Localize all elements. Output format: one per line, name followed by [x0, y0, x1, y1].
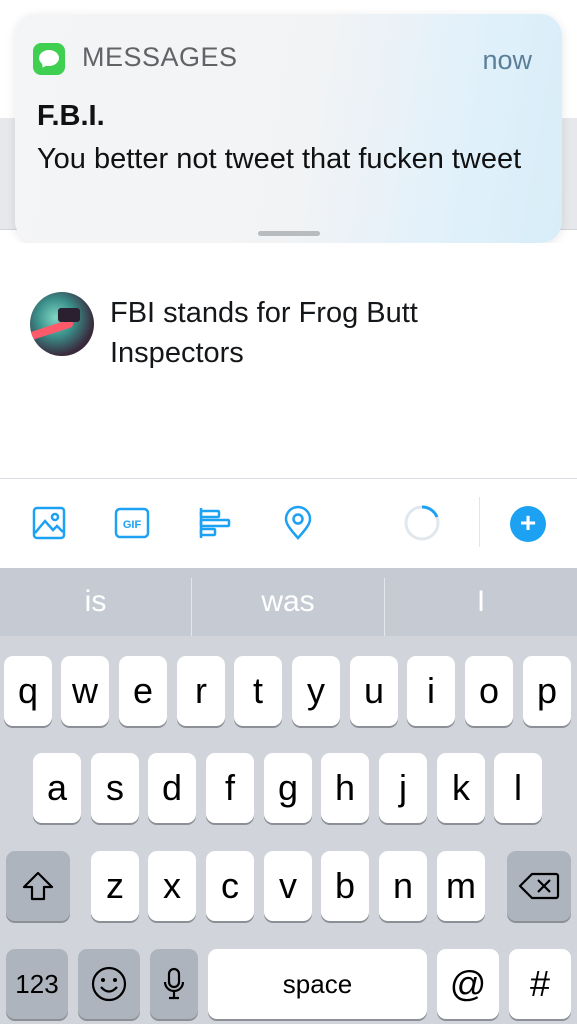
hash-key[interactable]: # — [509, 949, 571, 1019]
key-j[interactable]: j — [379, 753, 427, 823]
tweet-text-input[interactable]: FBI stands for Frog Butt Inspectors — [110, 293, 550, 373]
key-m[interactable]: m — [437, 851, 485, 921]
toolbar-separator — [479, 497, 480, 547]
notification-body: You better not tweet that fucken tweet — [37, 143, 522, 175]
key-l[interactable]: l — [494, 753, 542, 823]
key-u[interactable]: u — [350, 656, 398, 726]
key-s[interactable]: s — [91, 753, 139, 823]
key-c[interactable]: c — [206, 851, 254, 921]
key-t[interactable]: t — [234, 656, 282, 726]
key-p[interactable]: p — [523, 656, 571, 726]
key-a[interactable]: a — [33, 753, 81, 823]
notification-grabber[interactable] — [258, 231, 320, 236]
key-b[interactable]: b — [321, 851, 369, 921]
delete-key[interactable] — [507, 851, 571, 921]
key-z[interactable]: z — [91, 851, 139, 921]
key-e[interactable]: e — [119, 656, 167, 726]
key-h[interactable]: h — [321, 753, 369, 823]
microphone-icon — [163, 967, 185, 1000]
image-icon[interactable] — [31, 505, 67, 541]
key-q[interactable]: q — [4, 656, 52, 726]
add-tweet-button[interactable]: + — [510, 506, 546, 542]
gif-icon[interactable]: GIF — [114, 505, 150, 541]
character-count-icon — [404, 505, 440, 541]
gif-label: GIF — [123, 519, 142, 531]
notification-banner[interactable]: MESSAGES now F.B.I. You better not tweet… — [15, 14, 562, 243]
compose-area[interactable]: FBI stands for Frog Butt Inspectors — [0, 243, 577, 479]
key-g[interactable]: g — [264, 753, 312, 823]
numbers-key[interactable]: 123 — [6, 949, 68, 1019]
shift-icon — [22, 871, 54, 901]
notification-app-name: MESSAGES — [82, 42, 238, 72]
keyboard: is was I q w e r t y u i o p a s d f g h… — [0, 568, 577, 1024]
messages-app-icon — [33, 43, 65, 75]
space-key[interactable]: space — [208, 949, 427, 1019]
key-n[interactable]: n — [379, 851, 427, 921]
suggestion-1[interactable]: is — [0, 568, 191, 636]
backspace-icon — [518, 872, 560, 900]
key-o[interactable]: o — [465, 656, 513, 726]
notification-title: F.B.I. — [37, 100, 105, 132]
notification-time: now — [482, 45, 532, 75]
dictation-key[interactable] — [150, 949, 198, 1019]
location-icon[interactable] — [280, 505, 316, 541]
compose-toolbar: GIF + — [0, 479, 577, 568]
shift-key[interactable] — [6, 851, 70, 921]
key-r[interactable]: r — [177, 656, 225, 726]
key-w[interactable]: w — [61, 656, 109, 726]
key-k[interactable]: k — [437, 753, 485, 823]
key-y[interactable]: y — [292, 656, 340, 726]
key-f[interactable]: f — [206, 753, 254, 823]
avatar — [30, 292, 94, 356]
key-x[interactable]: x — [148, 851, 196, 921]
suggestion-2[interactable]: was — [192, 568, 384, 636]
emoji-key[interactable] — [78, 949, 140, 1019]
suggestion-bar: is was I — [0, 568, 577, 636]
suggestion-3[interactable]: I — [385, 568, 577, 636]
emoji-icon — [91, 966, 127, 1002]
key-i[interactable]: i — [407, 656, 455, 726]
poll-icon[interactable] — [197, 505, 233, 541]
key-d[interactable]: d — [148, 753, 196, 823]
at-key[interactable]: @ — [437, 949, 499, 1019]
key-v[interactable]: v — [264, 851, 312, 921]
